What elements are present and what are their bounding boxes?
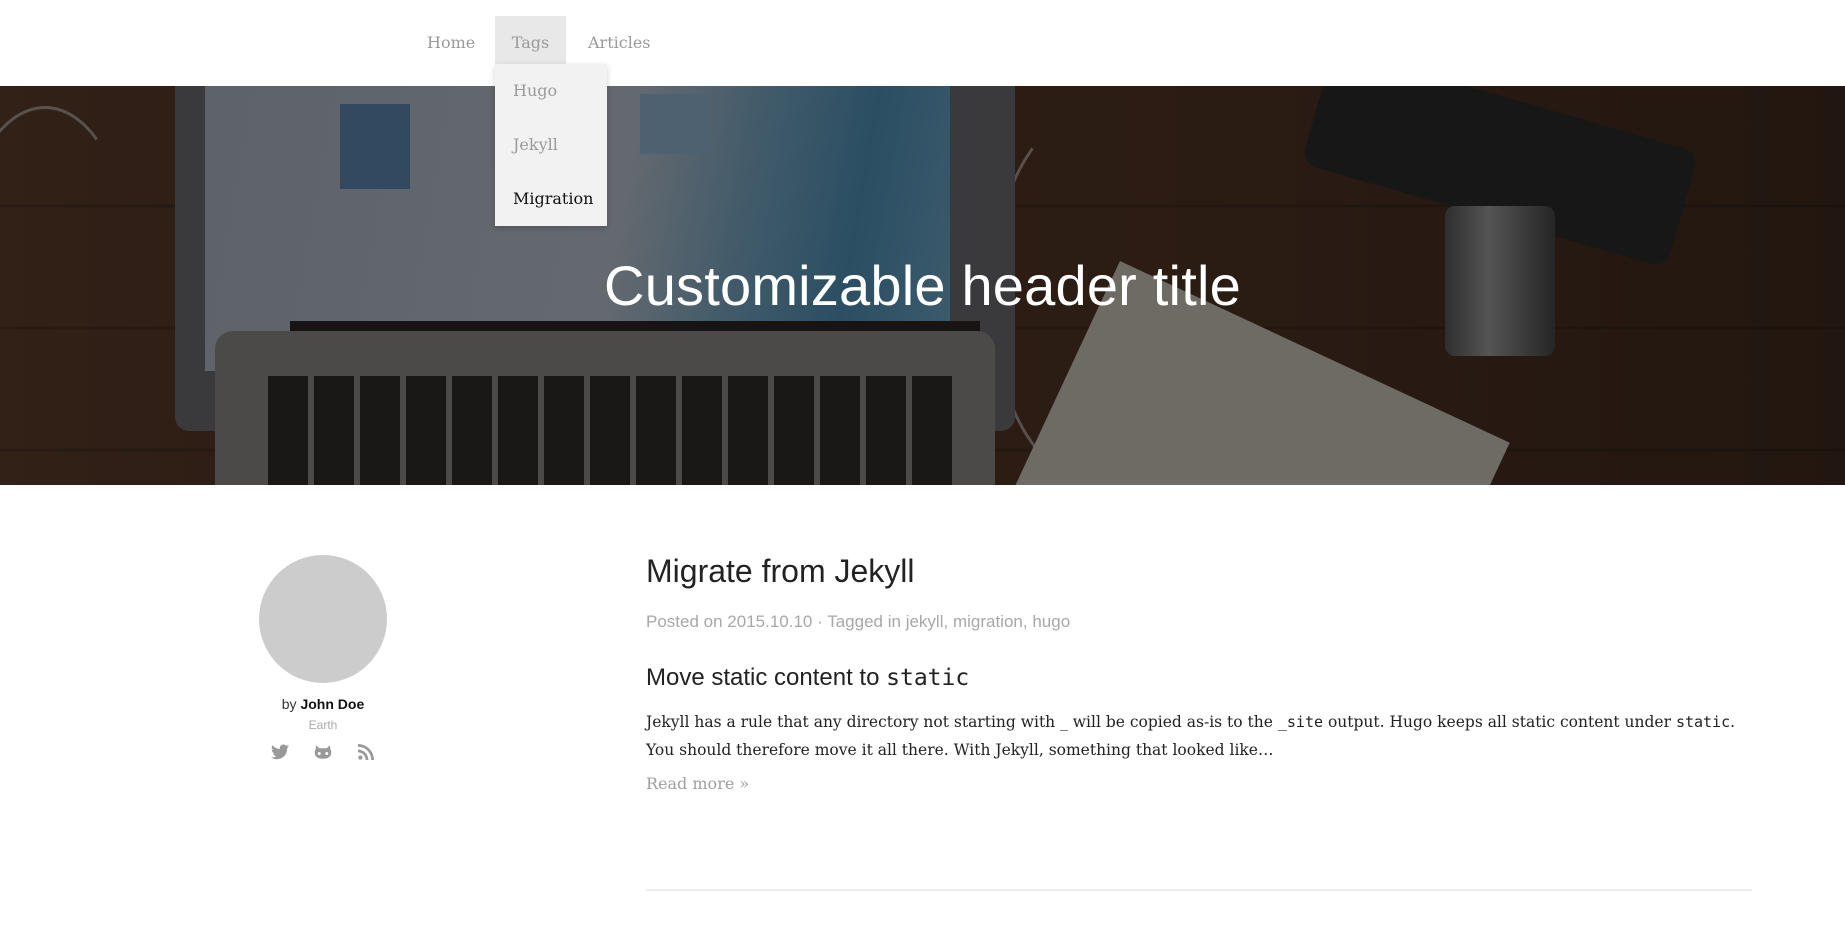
social-links [223,744,423,760]
tagged-prefix: Tagged in [827,612,901,631]
excerpt-code: static [1675,713,1731,731]
post-excerpt: Jekyll has a rule that any directory not… [646,708,1752,764]
dropdown-item-migration[interactable]: Migration [513,189,593,208]
post-title-link[interactable]: Migrate from Jekyll [646,553,1752,590]
tag-link-migration[interactable]: migration [953,612,1023,631]
post-date: 2015.10.10 [727,612,813,631]
top-nav: Home Tags Articles [0,0,1845,86]
tag-link-jekyll[interactable]: jekyll [906,612,944,631]
excerpt-code: _site [1277,713,1324,731]
post-meta: Posted on 2015.10.10 · Tagged in jekyll,… [646,612,1071,631]
subheading-code: static [886,665,970,691]
tags-dropdown-menu: Hugo Jekyll Migration [495,64,607,226]
excerpt-text: output. Hugo keeps all static content un… [1323,713,1676,731]
author-byline: by John Doe [223,696,423,712]
post-summary: Migrate from Jekyll Posted on 2015.10.10… [646,553,1752,793]
dropdown-item-hugo[interactable]: Hugo [513,81,557,100]
twitter-icon[interactable] [271,744,289,760]
author-name: John Doe [300,696,365,712]
posted-prefix: Posted on [646,612,723,631]
meta-separator: · [817,612,823,631]
tag-link-hugo[interactable]: hugo [1032,612,1070,631]
hero-title: Customizable header title [604,254,1241,317]
subheading-text: Move static content to [646,664,880,691]
excerpt-text: Jekyll has a rule that any directory not… [646,713,1278,731]
hero-banner: Customizable header title [0,86,1845,485]
github-icon[interactable] [314,744,332,760]
read-more-link[interactable]: Read more » [646,774,749,793]
author-location: Earth [308,718,338,732]
author-by-prefix: by [281,696,297,712]
rss-icon[interactable] [357,744,375,760]
nav-item-tags[interactable]: Tags [495,16,566,64]
nav-item-home[interactable]: Home [409,16,493,86]
author-avatar [259,555,387,683]
post-subheading: Move static content to static [646,664,1752,692]
dropdown-item-jekyll[interactable]: Jekyll [513,135,558,154]
author-card: by John Doe Earth [223,555,423,760]
post-divider [646,889,1752,891]
